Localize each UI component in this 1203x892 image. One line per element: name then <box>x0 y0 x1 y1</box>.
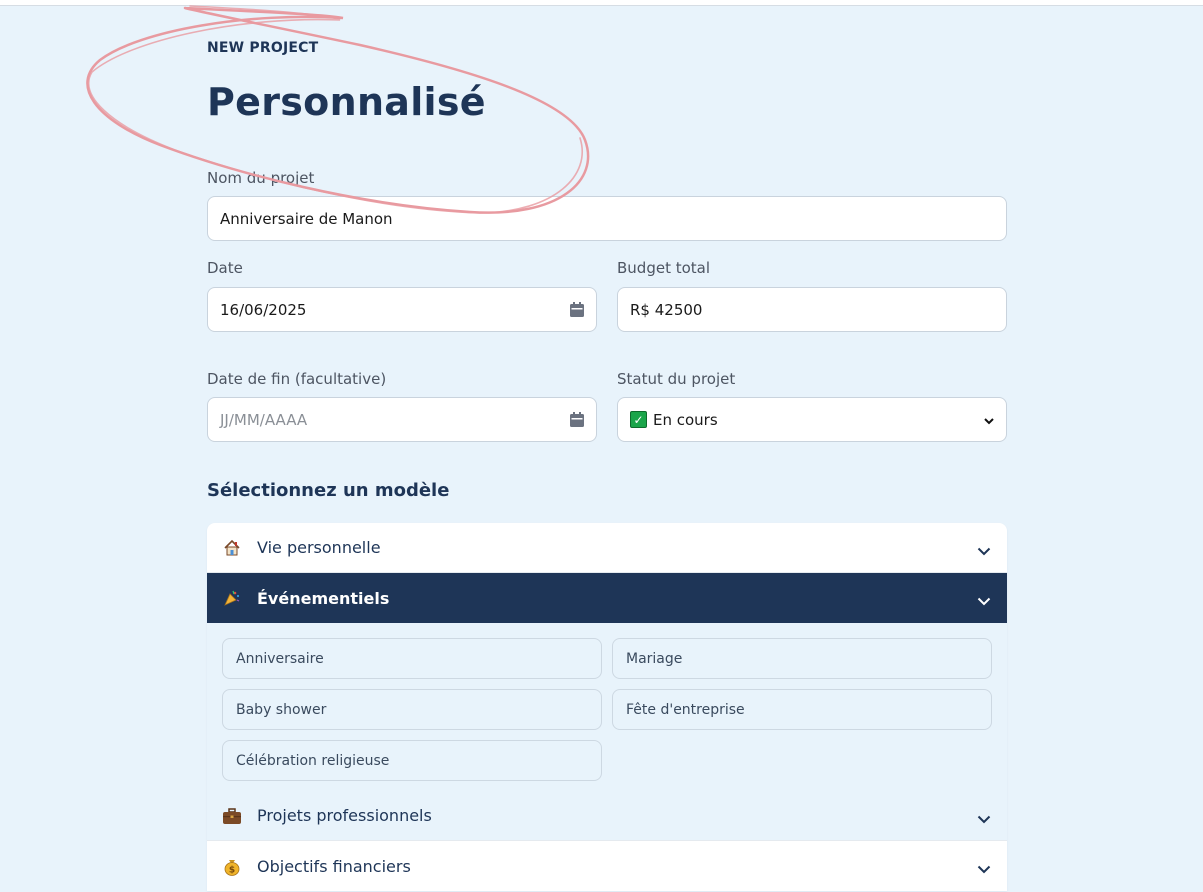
template-option-fete-entreprise[interactable]: Fête d'entreprise <box>612 689 992 730</box>
project-name-input[interactable]: Anniversaire de Manon <box>207 196 1007 241</box>
status-select[interactable]: ✓ En cours <box>617 397 1007 442</box>
template-section-title: Sélectionnez un modèle <box>207 480 450 501</box>
project-name-value: Anniversaire de Manon <box>220 209 393 228</box>
date-input[interactable]: 16/06/2025 <box>207 287 597 332</box>
top-edge <box>0 0 1203 6</box>
category-evenementiels-items: Anniversaire Mariage Baby shower Fête d'… <box>207 623 1007 791</box>
chevron-down-icon <box>977 809 991 828</box>
page-title: Personnalisé <box>207 80 486 124</box>
category-label: Vie personnelle <box>257 538 381 557</box>
chevron-down-icon <box>977 591 991 610</box>
category-label: Événementiels <box>257 588 390 608</box>
calendar-icon[interactable] <box>570 302 584 317</box>
status-value: En cours <box>653 410 718 429</box>
budget-label: Budget total <box>617 259 711 277</box>
chevron-down-icon <box>984 411 994 429</box>
template-option-celebration-religieuse[interactable]: Célébration religieuse <box>222 740 602 781</box>
briefcase-icon <box>221 805 243 827</box>
template-option-anniversaire[interactable]: Anniversaire <box>222 638 602 679</box>
chevron-down-icon <box>977 859 991 878</box>
end-date-label: Date de fin (facultative) <box>207 370 387 388</box>
template-accordion: Vie personnelle Événementiels Anniversai… <box>207 523 1007 891</box>
end-date-input[interactable]: JJ/MM/AAAA <box>207 397 597 442</box>
category-label: Objectifs financiers <box>257 856 411 876</box>
category-label: Projets professionnels <box>257 806 432 825</box>
date-label: Date <box>207 259 243 277</box>
money-bag-icon: $ <box>221 855 243 877</box>
svg-text:$: $ <box>229 866 235 876</box>
template-option-mariage[interactable]: Mariage <box>612 638 992 679</box>
party-popper-icon <box>221 587 243 609</box>
category-evenementiels[interactable]: Événementiels <box>207 573 1007 623</box>
house-icon <box>221 537 243 559</box>
project-name-label: Nom du projet <box>207 169 315 187</box>
page-eyebrow: NEW PROJECT <box>207 40 319 56</box>
check-mark-icon: ✓ <box>630 411 647 428</box>
calendar-icon[interactable] <box>570 412 584 427</box>
chevron-down-icon <box>977 541 991 560</box>
budget-input[interactable]: R$ 42500 <box>617 287 1007 332</box>
status-label: Statut du projet <box>617 370 736 388</box>
status-selected: ✓ En cours <box>630 411 718 429</box>
category-projets-professionnels[interactable]: Projets professionnels <box>207 791 1007 841</box>
template-option-baby-shower[interactable]: Baby shower <box>222 689 602 730</box>
category-vie-personnelle[interactable]: Vie personnelle <box>207 523 1007 573</box>
date-value: 16/06/2025 <box>220 300 307 319</box>
budget-value: R$ 42500 <box>630 300 703 319</box>
category-objectifs-financiers[interactable]: $ Objectifs financiers <box>207 841 1007 891</box>
end-date-placeholder: JJ/MM/AAAA <box>220 410 308 429</box>
